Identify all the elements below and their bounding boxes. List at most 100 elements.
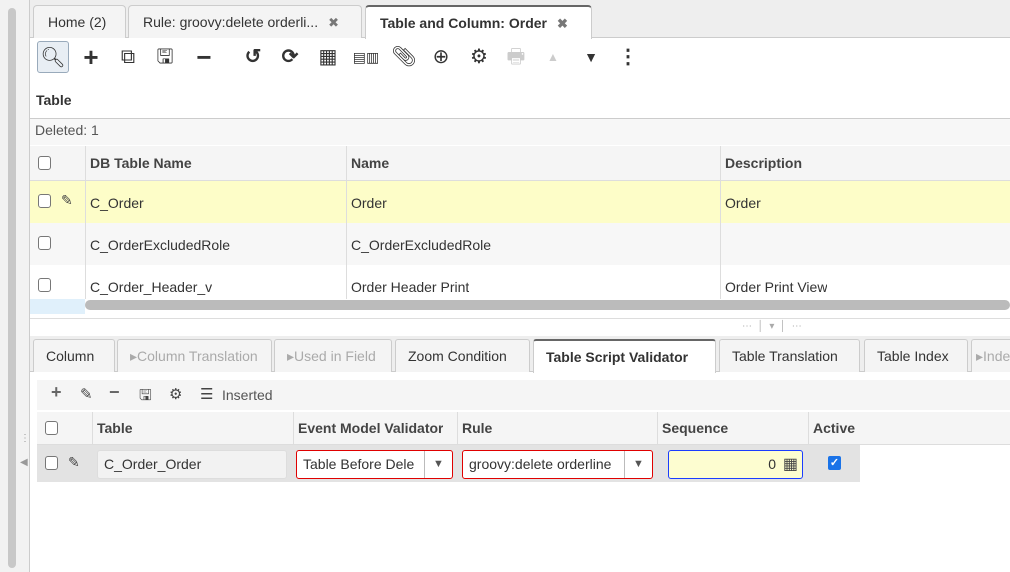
close-icon[interactable]: ✖ bbox=[557, 16, 568, 31]
detail-icon[interactable]: ▤▥ bbox=[350, 41, 382, 73]
calculator-icon[interactable]: ▦ bbox=[783, 451, 798, 478]
column-header[interactable]: Rule bbox=[457, 420, 492, 436]
column-header[interactable]: Active bbox=[808, 420, 855, 436]
search-icon[interactable]: 🔍︎ bbox=[37, 41, 69, 73]
divider bbox=[808, 412, 809, 445]
cell-db-table-name: C_OrderExcludedRole bbox=[90, 237, 231, 253]
column-header[interactable]: Name bbox=[346, 155, 389, 171]
splitter[interactable]: ⋯ │ ▾ │ ⋯ bbox=[30, 318, 1010, 336]
collapse-arrow-icon[interactable]: ⋮ ◀ bbox=[20, 434, 30, 468]
grid-toggle-icon[interactable]: ▦ bbox=[312, 41, 344, 73]
table-row[interactable]: C_OrderExcludedRole C_OrderExcludedRole bbox=[30, 223, 1010, 265]
column-header[interactable]: DB Table Name bbox=[85, 155, 192, 171]
cell-description: Order bbox=[725, 195, 761, 211]
cell-description: Order Print View bbox=[725, 279, 828, 295]
splitter-handle-icon[interactable]: ⋯ │ ▾ │ ⋯ bbox=[742, 321, 802, 332]
subtab-index[interactable]: ▸Inde bbox=[971, 339, 1010, 372]
table-row[interactable]: ✎ C_Order_Order Table Before Dele ▼ groov… bbox=[37, 445, 860, 482]
table-row[interactable]: C_Order_Header_v Order Header Print Orde… bbox=[30, 265, 1010, 299]
record-status: Inserted bbox=[222, 387, 273, 403]
tab-home[interactable]: Home (2) bbox=[33, 5, 126, 38]
tab-label: Column Translation bbox=[137, 348, 258, 364]
edit-icon[interactable]: ✎ bbox=[68, 454, 80, 471]
tab-table-and-column[interactable]: Table and Column: Order ✖ bbox=[365, 5, 592, 39]
status-text: Deleted: 1 bbox=[30, 119, 1010, 145]
input-value: 0 bbox=[768, 456, 776, 472]
column-header[interactable]: Description bbox=[720, 155, 802, 171]
tab-label: Zoom Condition bbox=[408, 348, 507, 364]
row-checkbox[interactable] bbox=[45, 456, 58, 470]
refresh-icon[interactable]: ⟳ bbox=[274, 41, 306, 73]
detail-grid: Table Event Model Validator Rule Sequenc… bbox=[37, 412, 1010, 484]
print-icon[interactable]: 🖶︎ bbox=[500, 41, 532, 73]
settings-icon[interactable]: ⚙ bbox=[169, 385, 182, 403]
cell-db-table-name: C_Order bbox=[90, 195, 144, 211]
tab-rule[interactable]: Rule: groovy:delete orderli... ✖ bbox=[128, 5, 362, 38]
row-checkbox[interactable] bbox=[38, 278, 51, 292]
list-icon[interactable]: ☰ bbox=[200, 385, 213, 403]
tab-label: Table and Column: Order bbox=[380, 15, 547, 31]
edit-icon[interactable]: ✎ bbox=[61, 192, 73, 209]
tab-label: Table Script Validator bbox=[546, 349, 689, 365]
undo-icon[interactable]: ↺ bbox=[237, 41, 269, 73]
column-header[interactable]: Event Model Validator bbox=[293, 420, 443, 436]
tab-label: Home (2) bbox=[48, 14, 107, 30]
edit-icon[interactable]: ✎ bbox=[80, 385, 93, 403]
column-header[interactable]: Table bbox=[92, 420, 133, 436]
subtab-table-index[interactable]: Table Index bbox=[864, 339, 968, 372]
table-row[interactable]: ✎ C_Order Order Order bbox=[30, 181, 1010, 223]
divider bbox=[346, 146, 347, 299]
detail-toolbar: + ✎ − 🖫 ⚙ ☰ Inserted bbox=[37, 380, 1010, 410]
select-all-checkbox[interactable] bbox=[45, 421, 58, 435]
close-icon[interactable]: ✖ bbox=[328, 15, 339, 30]
chevron-down-icon[interactable]: ▼ bbox=[624, 451, 652, 478]
copy-icon[interactable]: ⧉ bbox=[112, 41, 144, 73]
subtab-column-translation[interactable]: ▸Column Translation bbox=[117, 339, 272, 372]
delete-icon[interactable]: − bbox=[188, 41, 220, 73]
active-checkbox[interactable]: ✓ bbox=[828, 456, 841, 470]
subtab-table-script-validator[interactable]: Table Script Validator bbox=[533, 339, 716, 373]
rule-select[interactable]: groovy:delete orderline ▼ bbox=[462, 450, 653, 479]
window-tabs: Home (2) Rule: groovy:delete orderli... ✖… bbox=[30, 0, 1010, 39]
horizontal-scrollbar[interactable] bbox=[85, 300, 1010, 310]
divider bbox=[457, 412, 458, 445]
row-checkbox[interactable] bbox=[38, 236, 51, 250]
subtab-zoom-condition[interactable]: Zoom Condition bbox=[395, 339, 530, 372]
tab-label: Table Index bbox=[877, 348, 949, 364]
zoom-across-icon[interactable]: ⊕ bbox=[425, 41, 457, 73]
cell-name: Order Header Print bbox=[351, 279, 470, 295]
subtab-column[interactable]: Column bbox=[33, 339, 115, 372]
save-icon[interactable]: 🖫 bbox=[139, 385, 152, 410]
cell-db-table-name: C_Order_Header_v bbox=[90, 279, 213, 295]
new-icon[interactable]: + bbox=[51, 382, 62, 403]
save-icon[interactable]: 🖫 bbox=[149, 41, 181, 73]
attachment-icon[interactable]: 📎︎ bbox=[388, 41, 420, 73]
subtab-table-translation[interactable]: Table Translation bbox=[719, 339, 860, 372]
select-all-checkbox[interactable] bbox=[38, 156, 51, 170]
next-icon[interactable]: ▼ bbox=[575, 41, 607, 73]
more-icon[interactable]: ⋮ bbox=[612, 41, 644, 73]
column-header[interactable]: Sequence bbox=[657, 420, 728, 436]
new-icon[interactable]: + bbox=[75, 41, 107, 73]
divider bbox=[92, 412, 93, 445]
tab-label: Column bbox=[46, 348, 95, 364]
divider bbox=[85, 146, 86, 299]
table-field[interactable]: C_Order_Order bbox=[97, 450, 287, 479]
divider bbox=[293, 412, 294, 445]
select-value: groovy:delete orderline bbox=[469, 456, 612, 472]
sequence-input[interactable]: 0 ▦ bbox=[668, 450, 803, 479]
chevron-down-icon[interactable]: ▼ bbox=[424, 451, 452, 478]
tab-label: Inde bbox=[983, 348, 1010, 364]
row-checkbox[interactable] bbox=[38, 194, 51, 208]
event-model-validator-select[interactable]: Table Before Dele ▼ bbox=[296, 450, 453, 479]
divider bbox=[720, 146, 721, 299]
delete-icon[interactable]: − bbox=[109, 382, 120, 403]
left-panel-collapse-bar[interactable]: ⋮ ◀ bbox=[0, 0, 30, 572]
frozen-corner bbox=[30, 299, 85, 314]
subtab-used-in-field[interactable]: ▸Used in Field bbox=[274, 339, 392, 372]
settings-icon[interactable]: ⚙ bbox=[463, 41, 495, 73]
scrollbar[interactable] bbox=[8, 8, 16, 568]
grid-header: DB Table Name Name Description bbox=[30, 146, 1010, 181]
detail-tabs: Column ▸Column Translation ▸Used in Fiel… bbox=[30, 336, 1010, 373]
previous-icon[interactable]: ▲ bbox=[537, 41, 569, 73]
